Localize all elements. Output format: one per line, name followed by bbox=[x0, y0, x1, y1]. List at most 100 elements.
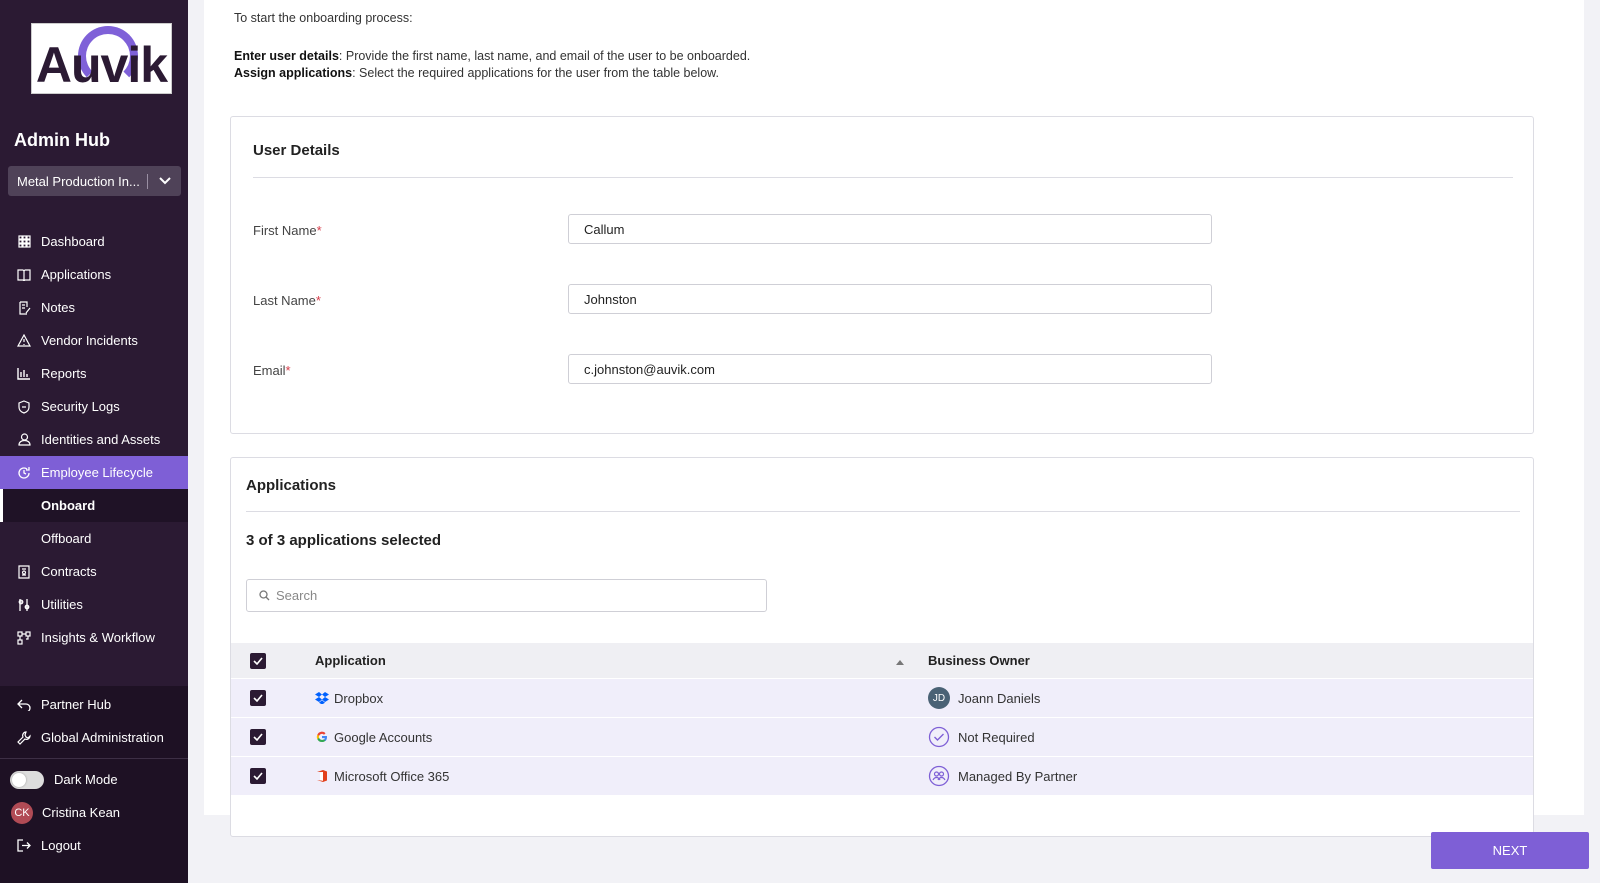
auvik-logo: Auvik bbox=[31, 23, 172, 94]
email-field[interactable]: c.johnston@auvik.com bbox=[568, 354, 1212, 384]
user-details-title: User Details bbox=[253, 142, 340, 159]
nav-label: Vendor Incidents bbox=[41, 333, 138, 348]
nav-item-global-administration[interactable]: Global Administration bbox=[0, 721, 188, 754]
row-checkbox[interactable] bbox=[250, 768, 266, 784]
org-selector-value: Metal Production In... bbox=[8, 173, 148, 189]
nav-item-security-logs[interactable]: Security Logs bbox=[0, 390, 188, 423]
org-selector[interactable]: Metal Production In... bbox=[8, 166, 181, 196]
nav-label: Identities and Assets bbox=[41, 432, 161, 447]
sidebar: Auvik Admin Hub Metal Production In... D… bbox=[0, 0, 188, 883]
logout-button[interactable]: Logout bbox=[0, 829, 188, 862]
nav-label: Reports bbox=[41, 366, 87, 381]
global-admin-label: Global Administration bbox=[41, 730, 164, 745]
nav-item-vendor-incidents[interactable]: Vendor Incidents bbox=[0, 324, 188, 357]
intro-step-1: Enter user details: Provide the first na… bbox=[234, 48, 750, 65]
avatar: CK bbox=[11, 801, 33, 824]
step-2-text: : Select the required applications for t… bbox=[352, 66, 719, 80]
logo-text: Auvik bbox=[35, 37, 168, 93]
nav-label: Security Logs bbox=[41, 399, 120, 414]
avatar: JD bbox=[928, 687, 950, 709]
app-name: Google Accounts bbox=[334, 729, 433, 745]
nav-label: Onboard bbox=[41, 498, 96, 513]
dark-mode-toggle[interactable] bbox=[10, 770, 44, 789]
next-button[interactable]: NEXT bbox=[1431, 832, 1589, 869]
logout-label: Logout bbox=[41, 838, 81, 853]
partner-icon bbox=[928, 765, 950, 787]
owner-cell: JD Joann Daniels bbox=[928, 687, 1040, 709]
row-checkbox[interactable] bbox=[250, 729, 266, 745]
chevron-down-icon[interactable] bbox=[148, 177, 181, 185]
last-name-label: Last Name* bbox=[253, 293, 321, 308]
step-1-title: Enter user details bbox=[234, 49, 339, 63]
nav-item-contracts[interactable]: Contracts bbox=[0, 555, 188, 588]
dark-mode-row: Dark Mode bbox=[0, 763, 188, 796]
owner-name: Joann Daniels bbox=[958, 690, 1041, 706]
table-row[interactable]: Dropbox JD Joann Daniels bbox=[231, 679, 1533, 718]
row-checkbox[interactable] bbox=[250, 690, 266, 706]
app-cell: Dropbox bbox=[315, 691, 383, 706]
nav-label: Applications bbox=[41, 267, 112, 282]
chart-icon bbox=[17, 367, 31, 381]
nav-item-employee-lifecycle[interactable]: Employee Lifecycle bbox=[0, 456, 188, 489]
logout-icon bbox=[17, 839, 31, 853]
search-input[interactable]: Search bbox=[246, 579, 767, 612]
sidebar-divider bbox=[0, 758, 188, 759]
notes-icon bbox=[17, 300, 31, 315]
check-circle-icon bbox=[928, 726, 950, 748]
applications-table: Application Business Owner Dropbox JD Jo… bbox=[231, 643, 1533, 796]
nav-item-partner-hub[interactable]: Partner Hub bbox=[0, 688, 188, 721]
user-name: Cristina Kean bbox=[42, 805, 121, 820]
book-icon bbox=[17, 268, 31, 282]
sort-asc-icon[interactable] bbox=[896, 653, 904, 668]
nav-sub-offboard[interactable]: Offboard bbox=[0, 522, 188, 555]
app-name: Dropbox bbox=[334, 690, 384, 706]
nav-item-dashboard[interactable]: Dashboard bbox=[0, 225, 188, 258]
nav-item-insights-workflow[interactable]: Insights & Workflow bbox=[0, 621, 188, 654]
first-name-value: Callum bbox=[584, 221, 625, 237]
owner-cell: Not Required bbox=[928, 726, 1035, 748]
select-all-checkbox[interactable] bbox=[250, 652, 266, 669]
partner-hub-label: Partner Hub bbox=[41, 697, 112, 712]
table-header: Application Business Owner bbox=[231, 643, 1533, 679]
column-header-business-owner[interactable]: Business Owner bbox=[928, 653, 1030, 668]
table-row[interactable]: Microsoft Office 365 Managed By Partner bbox=[231, 757, 1533, 796]
selected-count: 3 of 3 applications selected bbox=[246, 532, 442, 549]
nav-sub-onboard[interactable]: Onboard bbox=[0, 489, 188, 522]
nav-item-applications[interactable]: Applications bbox=[0, 258, 188, 291]
first-name-field[interactable]: Callum bbox=[568, 214, 1212, 244]
nav-item-reports[interactable]: Reports bbox=[0, 357, 188, 390]
intro-step-2: Assign applications: Select the required… bbox=[234, 65, 750, 82]
nav-label: Contracts bbox=[41, 564, 97, 579]
last-name-value: Johnston bbox=[584, 291, 637, 307]
last-name-field[interactable]: Johnston bbox=[568, 284, 1212, 314]
table-row[interactable]: Google Accounts Not Required bbox=[231, 718, 1533, 757]
sidebar-footer: Partner Hub Global Administration Dark M… bbox=[0, 686, 188, 883]
dropbox-icon bbox=[315, 691, 329, 705]
nav-item-identities-and-assets[interactable]: Identities and Assets bbox=[0, 423, 188, 456]
step-1-text: : Provide the first name, last name, and… bbox=[338, 49, 751, 63]
email-value: c.johnston@auvik.com bbox=[584, 361, 715, 377]
google-icon bbox=[315, 730, 329, 744]
user-icon bbox=[17, 433, 31, 447]
nav-label: Utilities bbox=[41, 597, 83, 612]
contract-icon bbox=[17, 564, 31, 579]
user-details-card: User Details First Name* Callum Last Nam… bbox=[230, 116, 1534, 434]
card-divider bbox=[253, 177, 1513, 178]
back-arrow-icon bbox=[17, 698, 31, 712]
column-header-application[interactable]: Application bbox=[315, 653, 386, 668]
office-icon bbox=[315, 769, 329, 783]
applications-card: Applications 3 of 3 applications selecte… bbox=[230, 457, 1534, 837]
first-name-label: First Name* bbox=[253, 223, 322, 238]
hub-title: Admin Hub bbox=[14, 130, 110, 150]
card-divider bbox=[246, 511, 1520, 512]
user-profile[interactable]: CK Cristina Kean bbox=[0, 796, 188, 829]
nav-item-utilities[interactable]: Utilities bbox=[0, 588, 188, 621]
lifecycle-icon bbox=[17, 466, 31, 480]
search-placeholder: Search bbox=[276, 588, 318, 603]
main-nav: Dashboard Applications Notes Vendor Inci… bbox=[0, 225, 188, 654]
intro-line: To start the onboarding process: bbox=[234, 11, 413, 25]
applications-title: Applications bbox=[246, 477, 337, 494]
shield-icon bbox=[17, 399, 31, 414]
nav-item-notes[interactable]: Notes bbox=[0, 291, 188, 324]
workflow-icon bbox=[17, 630, 31, 645]
